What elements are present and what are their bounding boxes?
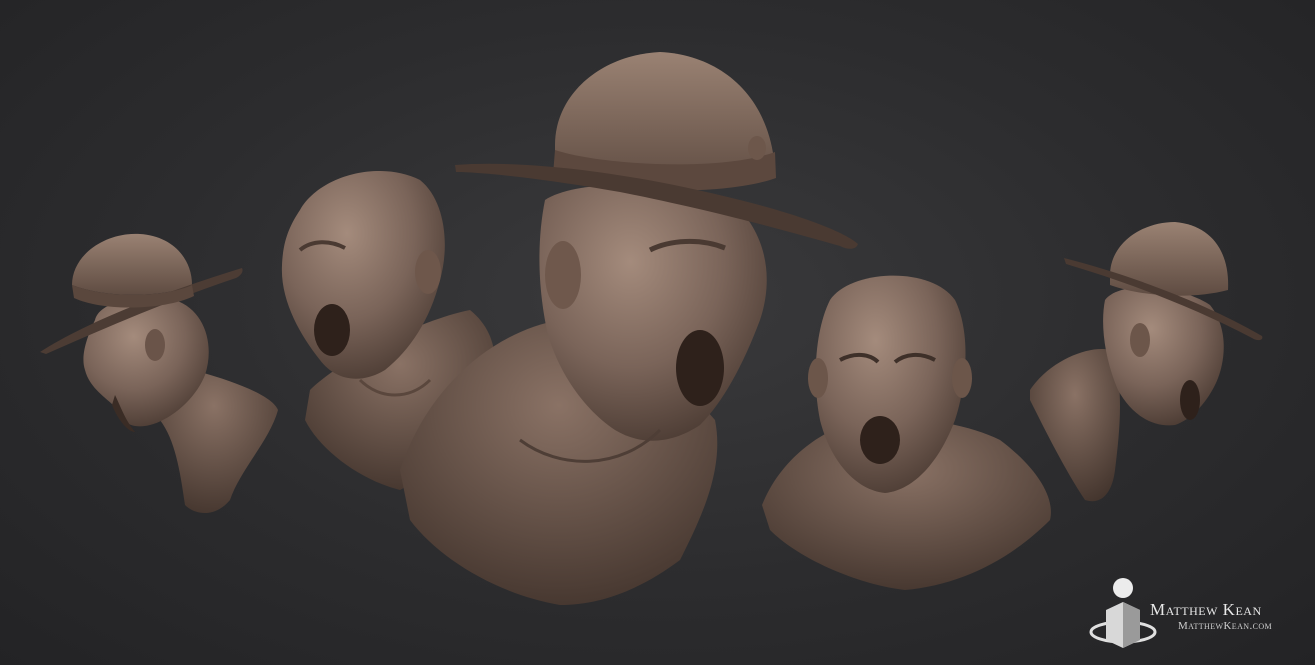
watermark-url: MatthewKean.com xyxy=(1178,620,1273,632)
sculpture-render xyxy=(40,52,1263,605)
bust-view-left-profile xyxy=(40,233,278,514)
watermark-logo: Matthew Kean MatthewKean.com xyxy=(1088,570,1308,660)
watermark-name: Matthew Kean xyxy=(1150,600,1262,619)
bust-view-right-profile xyxy=(1030,222,1263,502)
bust-view-front xyxy=(762,275,1051,590)
